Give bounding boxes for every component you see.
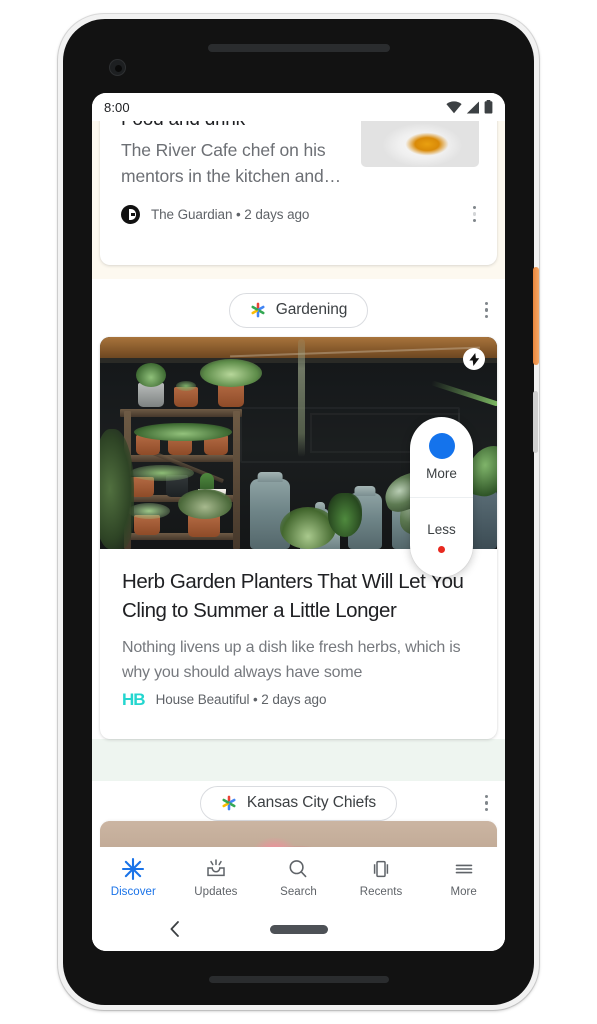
discover-feed[interactable]: Food and drink The River Cafe chef on hi… (92, 93, 505, 951)
cellular-signal-icon (466, 101, 479, 113)
feedback-more-label: More (426, 465, 457, 481)
phone-body: 8:00 The River Cafe chef on his mentors … (63, 19, 539, 1005)
nav-label-more: More (450, 885, 477, 898)
status-time: 8:00 (104, 99, 130, 115)
article-snippet: Nothing livens up a dish like fresh herb… (122, 639, 461, 681)
discover-asterisk-icon (122, 857, 145, 880)
nav-label-recents: Recents (359, 885, 403, 898)
power-button[interactable] (533, 267, 539, 365)
more-indicator-dot (428, 432, 455, 459)
nav-item-discover[interactable]: Discover (92, 857, 175, 898)
front-camera (109, 59, 126, 76)
phone-frame: 8:00 The River Cafe chef on his mentors … (58, 14, 539, 1010)
nav-item-updates[interactable]: Updates (175, 857, 258, 898)
section-tint-mint (92, 739, 505, 781)
search-magnifier-icon (289, 859, 307, 877)
bottom-navigation-bar: Discover Updates Search Recents More (92, 847, 505, 907)
article-publisher-text: House Beautiful • 2 days ago (155, 692, 327, 707)
nav-item-search[interactable]: Search (257, 857, 340, 898)
topic-chip-kansas-city-chiefs[interactable]: Kansas City Chiefs (199, 785, 398, 821)
nav-item-recents[interactable]: Recents (340, 857, 423, 898)
phone-screen: 8:00 The River Cafe chef on his mentors … (92, 93, 505, 951)
wifi-icon (446, 100, 462, 113)
guardian-publisher-text: The Guardian • 2 days ago (151, 206, 310, 222)
status-bar: 8:00 (92, 93, 505, 121)
google-discover-asterisk-icon (222, 795, 236, 811)
battery-icon (484, 100, 493, 114)
guardian-logo (121, 204, 140, 224)
back-chevron-icon[interactable] (168, 919, 182, 939)
feedback-more-button[interactable]: More (410, 417, 473, 498)
nav-item-more[interactable]: More (422, 857, 505, 898)
nav-label-search: Search (280, 885, 317, 898)
google-discover-asterisk-icon (251, 302, 265, 318)
less-indicator-dot (438, 545, 445, 553)
topic-chip-row-chiefs: Kansas City Chiefs (92, 779, 505, 827)
nav-label-discover: Discover (110, 885, 156, 898)
feedback-less-label: Less (427, 521, 456, 537)
feedback-less-button[interactable]: Less (410, 498, 473, 578)
guardian-headline: The River Cafe chef on his mentors in th… (121, 140, 342, 186)
guardian-card-footer: The Guardian • 2 days ago (121, 203, 481, 225)
recents-cards-icon (373, 860, 389, 877)
more-hamburger-icon (455, 864, 472, 873)
article-card-footer: HB House Beautiful • 2 days ago (122, 691, 481, 708)
topic-chip-label: Kansas City Chiefs (246, 794, 377, 811)
more-vert-icon[interactable] (480, 792, 493, 814)
volume-button[interactable] (533, 391, 538, 453)
earpiece-speaker (207, 44, 390, 52)
guardian-thumbnail-image (361, 115, 479, 167)
status-icons (446, 100, 493, 114)
more-vert-icon[interactable] (480, 299, 493, 321)
amp-lightning-icon (463, 348, 485, 370)
feedback-overlay[interactable]: More Less (410, 417, 473, 577)
topic-chip-gardening[interactable]: Gardening (228, 292, 369, 328)
updates-inbox-icon (207, 858, 225, 876)
bottom-speaker-grille (208, 976, 389, 983)
nav-label-updates: Updates (194, 885, 238, 898)
topic-chip-row-gardening: Gardening (92, 286, 505, 334)
gesture-home-pill[interactable] (269, 925, 328, 934)
topic-chip-label: Gardening (275, 301, 348, 318)
more-vert-icon[interactable] (468, 203, 481, 225)
house-beautiful-logo: HB (122, 690, 146, 709)
system-navigation-bar (92, 907, 505, 951)
